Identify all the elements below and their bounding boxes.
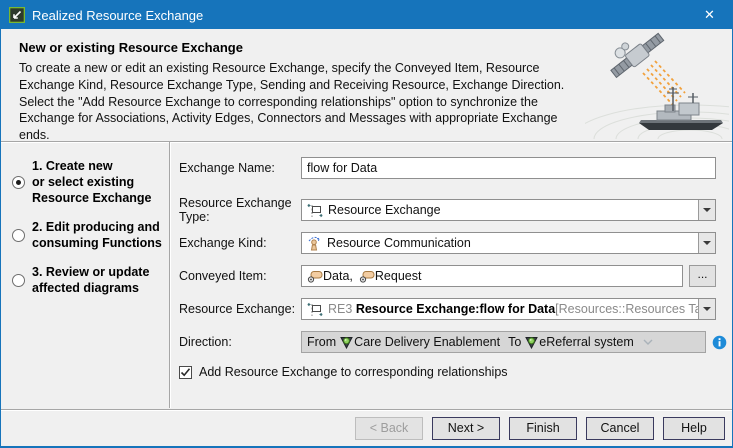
resource-exchange-value: RE3 Resource Exchange:flow for Data[Reso… — [328, 302, 698, 316]
direction-row: Direction: From Care Delivery Enablement… — [179, 331, 732, 353]
realized-resource-exchange-dialog: Realized Resource Exchange ✕ New or exis… — [0, 0, 733, 448]
back-button[interactable]: < Back — [355, 417, 423, 440]
add-relationships-checkbox[interactable] — [179, 366, 192, 379]
add-relationships-row: Add Resource Exchange to corresponding r… — [179, 364, 732, 380]
radio-step-1[interactable] — [12, 176, 25, 189]
close-button[interactable]: ✕ — [687, 1, 732, 29]
info-icon[interactable] — [712, 335, 727, 350]
resource-exchange-icon — [307, 203, 323, 218]
conveyed-item-1: Data, — [323, 269, 353, 283]
resource-exchange-row: Resource Exchange: RE3 Resource Exchange… — [179, 298, 732, 320]
direction-from-value: Care Delivery Enablement — [354, 335, 500, 349]
step-2-label: 2. Edit producing and consuming Function… — [32, 219, 162, 251]
conveyed-item-field[interactable]: Data, Request — [301, 265, 683, 287]
resource-exchange-type-label: Resource Exchange Type: — [179, 196, 301, 224]
radio-step-3[interactable] — [12, 274, 25, 287]
chevron-down-icon — [642, 335, 654, 349]
help-button[interactable]: Help — [663, 417, 725, 440]
exchange-kind-dropdown-arrow[interactable] — [698, 233, 715, 253]
resource-exchange-type-combo[interactable]: Resource Exchange — [301, 199, 716, 221]
header-description: To create a new or edit an existing Reso… — [19, 60, 581, 144]
add-relationships-label: Add Resource Exchange to corresponding r… — [199, 365, 508, 379]
conveyed-item-2: Request — [375, 269, 422, 283]
button-bar: < Back Next > Finish Cancel Help — [1, 409, 732, 446]
resource-performer-icon — [340, 336, 353, 349]
exchange-name-row: Exchange Name: — [179, 157, 732, 179]
resource-exchange-type-value: Resource Exchange — [328, 203, 441, 217]
finish-button[interactable]: Finish — [509, 417, 577, 440]
resource-performer-icon — [525, 336, 538, 349]
direction-to-word: To — [508, 335, 521, 349]
conveyed-item-label: Conveyed Item: — [179, 269, 301, 283]
window-title: Realized Resource Exchange — [32, 8, 203, 23]
step-edit-functions[interactable]: 2. Edit producing and consuming Function… — [1, 219, 169, 251]
step-review-diagrams[interactable]: 3. Review or update affected diagrams — [1, 264, 169, 296]
exchange-name-input[interactable] — [301, 157, 716, 179]
step-create-or-select[interactable]: 1. Create new or select existing Resourc… — [1, 158, 169, 206]
wizard-steps: 1. Create new or select existing Resourc… — [1, 142, 169, 408]
sidebar-separator — [169, 142, 171, 408]
exchange-kind-label: Exchange Kind: — [179, 236, 301, 250]
direction-from-word: From — [307, 335, 336, 349]
conveyed-item-icon — [307, 270, 323, 283]
resource-exchange-dropdown-arrow[interactable] — [698, 299, 715, 319]
exchange-name-label: Exchange Name: — [179, 161, 301, 175]
conveyed-item-row: Conveyed Item: Data, — [179, 265, 732, 287]
resource-exchange-type-row: Resource Exchange Type: Resource Exchang… — [179, 199, 732, 221]
resource-exchange-type-dropdown-arrow[interactable] — [698, 200, 715, 220]
resource-communication-icon — [307, 236, 322, 251]
direction-combo[interactable]: From Care Delivery Enablement To — [301, 331, 706, 353]
exchange-form: Exchange Name: Resource Exchange Type: R… — [179, 142, 732, 380]
resource-exchange-combo[interactable]: RE3 Resource Exchange:flow for Data[Reso… — [301, 298, 716, 320]
wizard-header: New or existing Resource Exchange To cre… — [1, 29, 732, 142]
next-button[interactable]: Next > — [432, 417, 500, 440]
magicdraw-app-icon — [9, 7, 25, 23]
satellite-ship-illustration — [585, 31, 729, 139]
direction-to-value: eReferral system — [539, 335, 633, 349]
resource-exchange-icon — [307, 302, 323, 317]
radio-step-2[interactable] — [12, 229, 25, 242]
cancel-button[interactable]: Cancel — [586, 417, 654, 440]
exchange-kind-combo[interactable]: Resource Communication — [301, 232, 716, 254]
step-3-label: 3. Review or update affected diagrams — [32, 264, 149, 296]
resource-exchange-label: Resource Exchange: — [179, 302, 301, 316]
title-bar: Realized Resource Exchange ✕ — [1, 1, 732, 29]
exchange-kind-value: Resource Communication — [327, 236, 471, 250]
exchange-kind-row: Exchange Kind: Resource Communication — [179, 232, 732, 254]
conveyed-item-icon — [359, 270, 375, 283]
conveyed-item-browse-button[interactable]: ... — [689, 265, 716, 287]
step-1-label: 1. Create new or select existing Resourc… — [32, 158, 152, 206]
direction-label: Direction: — [179, 335, 301, 349]
